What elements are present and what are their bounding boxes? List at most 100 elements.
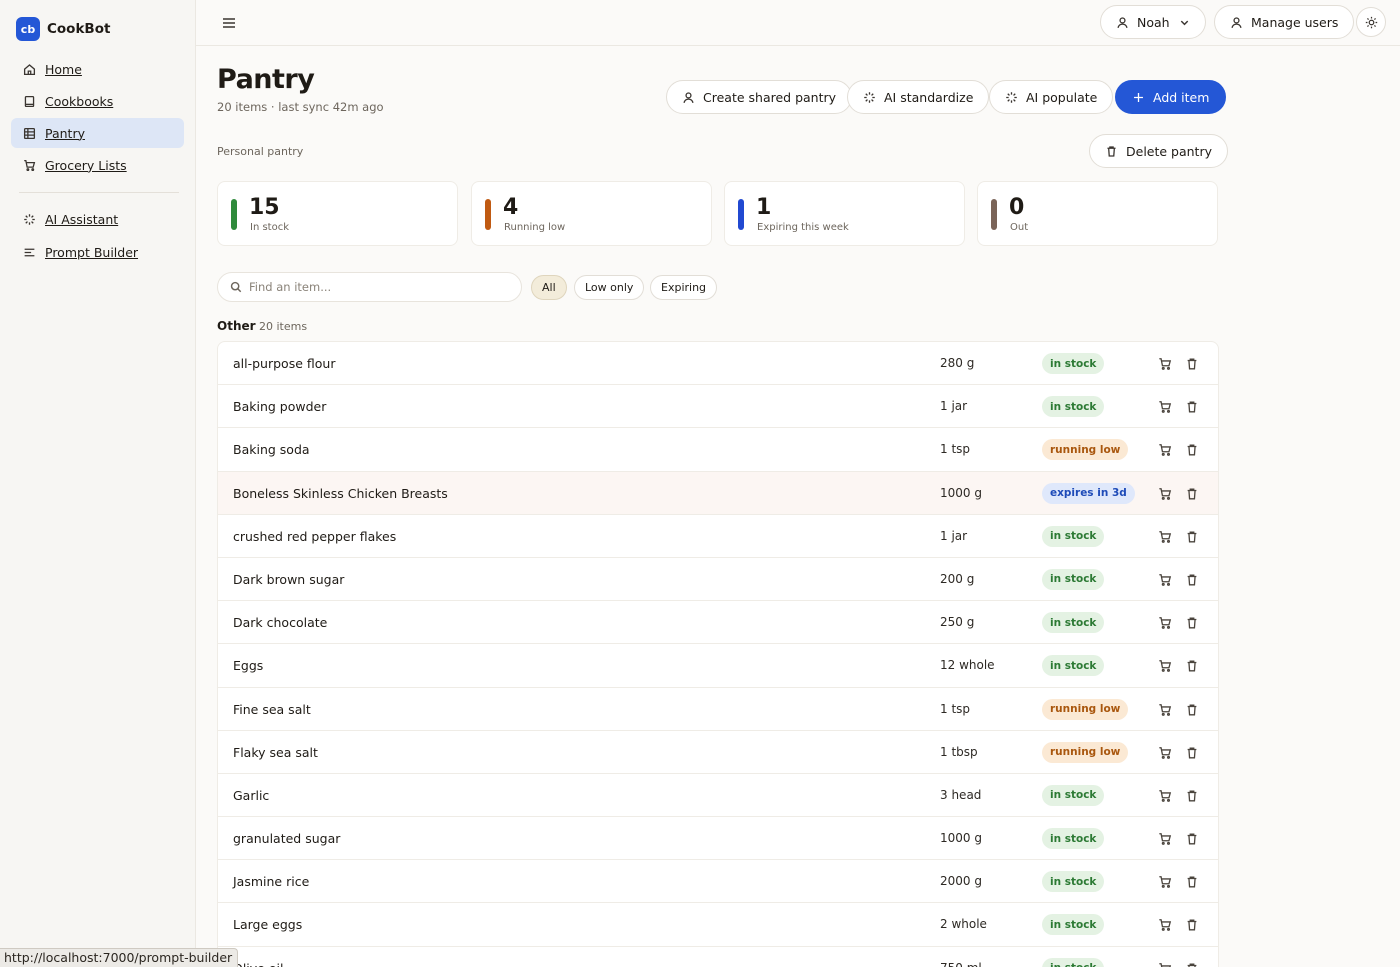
- sidebar-item-label: Grocery Lists: [45, 157, 127, 173]
- delete-item-trash-icon[interactable]: [1185, 615, 1199, 629]
- status-badge: in stock: [1042, 612, 1105, 634]
- brand[interactable]: cb CookBot: [16, 17, 110, 41]
- delete-item-trash-icon[interactable]: [1185, 788, 1199, 802]
- sidebar-item-cookbooks[interactable]: Cookbooks: [11, 86, 184, 116]
- manage-users-button[interactable]: Manage users: [1214, 5, 1355, 39]
- add-to-grocery-cart-icon[interactable]: [1158, 788, 1172, 802]
- sidebar-item-home[interactable]: Home: [11, 54, 184, 84]
- filter-low-only[interactable]: Low only: [574, 275, 645, 300]
- status-badge: in stock: [1042, 784, 1105, 806]
- app-name: CookBot: [47, 21, 111, 37]
- sidebar-item-label: Pantry: [45, 125, 85, 141]
- list-item[interactable]: crushed red pepper flakes 1 jar in stock: [218, 515, 1218, 558]
- menu-icon[interactable]: [222, 15, 236, 29]
- list-item[interactable]: Olive oil 750 ml in stock: [218, 947, 1218, 967]
- delete-pantry-button[interactable]: Delete pantry: [1089, 134, 1228, 168]
- add-to-grocery-cart-icon[interactable]: [1158, 702, 1172, 716]
- add-to-grocery-cart-icon[interactable]: [1158, 486, 1172, 500]
- add-to-grocery-cart-icon[interactable]: [1158, 615, 1172, 630]
- sidebar-item-grocery-lists[interactable]: Grocery Lists: [11, 150, 184, 180]
- add-to-grocery-cart-icon[interactable]: [1158, 917, 1172, 932]
- sidebar-item-label: AI Assistant: [45, 211, 119, 227]
- stat-value: 15: [249, 195, 280, 220]
- theme-toggle-button[interactable]: [1356, 7, 1386, 37]
- ai-populate-button[interactable]: AI populate: [989, 80, 1114, 114]
- search-box[interactable]: [217, 272, 522, 302]
- add-to-grocery-cart-icon[interactable]: [1158, 356, 1172, 370]
- ai-standardize-button[interactable]: AI standardize: [847, 80, 990, 114]
- list-item[interactable]: Eggs 12 whole in stock: [218, 644, 1218, 688]
- status-badge: in stock: [1042, 871, 1105, 893]
- list-item[interactable]: Baking powder 1 jar in stock: [218, 385, 1218, 429]
- filter-expiring[interactable]: Expiring: [650, 275, 718, 300]
- user-icon: [683, 91, 694, 103]
- search-input[interactable]: [249, 280, 499, 294]
- delete-item-trash-icon[interactable]: [1185, 874, 1199, 888]
- add-to-grocery-cart-icon[interactable]: [1158, 961, 1172, 967]
- sidebar-item-label: Cookbooks: [45, 93, 114, 109]
- stat-value: 4: [503, 195, 519, 220]
- sidebar-item-ai-assistant[interactable]: AI Assistant: [11, 204, 184, 234]
- delete-item-trash-icon[interactable]: [1185, 658, 1199, 672]
- add-to-grocery-cart-icon[interactable]: [1158, 442, 1172, 457]
- user-name: Noah: [1137, 14, 1170, 30]
- item-quantity: 200 g: [940, 571, 975, 586]
- sparkle-icon: [22, 212, 36, 226]
- status-badge: in stock: [1042, 525, 1105, 547]
- list-item[interactable]: Garlic 3 head in stock: [218, 774, 1218, 818]
- create-shared-pantry-label: Create shared pantry: [703, 89, 837, 105]
- delete-item-trash-icon[interactable]: [1185, 745, 1199, 759]
- sun-icon: [1365, 16, 1377, 28]
- list-item[interactable]: all-purpose flour 280 g in stock: [218, 342, 1218, 386]
- list-item[interactable]: granulated sugar 1000 g in stock: [218, 817, 1218, 861]
- grid-icon: [22, 126, 36, 140]
- item-name: Olive oil: [233, 961, 283, 967]
- add-item-button[interactable]: Add item: [1115, 80, 1227, 114]
- add-to-grocery-cart-icon[interactable]: [1158, 572, 1172, 586]
- stat-card-expiring: 1 Expiring this week: [724, 181, 965, 246]
- add-to-grocery-cart-icon[interactable]: [1158, 658, 1172, 673]
- list-item[interactable]: Fine sea salt 1 tsp running low: [218, 688, 1218, 731]
- page-subtitle: 20 items · last sync 42m ago: [217, 100, 384, 114]
- stat-card-running-low: 4 Running low: [471, 181, 712, 246]
- delete-item-trash-icon[interactable]: [1185, 399, 1199, 413]
- delete-item-trash-icon[interactable]: [1185, 529, 1199, 543]
- sidebar-item-pantry[interactable]: Pantry: [11, 118, 184, 148]
- delete-item-trash-icon[interactable]: [1185, 961, 1199, 967]
- list-item[interactable]: Dark brown sugar 200 g in stock: [218, 558, 1218, 602]
- sparkle-icon: [1006, 91, 1017, 103]
- add-to-grocery-cart-icon[interactable]: [1158, 874, 1172, 889]
- list-item[interactable]: Dark chocolate 250 g in stock: [218, 601, 1218, 645]
- user-icon: [1231, 16, 1242, 28]
- create-shared-pantry-button[interactable]: Create shared pantry: [666, 80, 853, 114]
- delete-item-trash-icon[interactable]: [1185, 486, 1199, 500]
- add-to-grocery-cart-icon[interactable]: [1158, 831, 1172, 845]
- plus-icon: [1134, 92, 1143, 102]
- app-logo: cb: [16, 17, 40, 41]
- list-item[interactable]: Boneless Skinless Chicken Breasts 1000 g e…: [218, 471, 1218, 515]
- list-item[interactable]: Baking soda 1 tsp running low: [218, 428, 1218, 472]
- sidebar-item-prompt-builder[interactable]: Prompt Builder: [11, 237, 184, 267]
- item-quantity: 750 ml: [940, 961, 982, 967]
- user-menu-button[interactable]: Noah: [1100, 5, 1206, 39]
- list-item[interactable]: Large eggs 2 whole in stock: [218, 903, 1218, 947]
- item-name: Flaky sea salt: [233, 744, 318, 760]
- list-item[interactable]: Jasmine rice 2000 g in stock: [218, 860, 1218, 904]
- delete-item-trash-icon[interactable]: [1185, 702, 1199, 716]
- delete-item-trash-icon[interactable]: [1185, 442, 1199, 456]
- group-title: Other: [217, 319, 256, 333]
- add-to-grocery-cart-icon[interactable]: [1158, 399, 1172, 414]
- add-to-grocery-cart-icon[interactable]: [1158, 745, 1172, 759]
- delete-item-trash-icon[interactable]: [1185, 917, 1199, 931]
- list-item[interactable]: Flaky sea salt 1 tbsp running low: [218, 731, 1218, 774]
- add-item-label: Add item: [1153, 89, 1210, 105]
- item-quantity: 1 tbsp: [940, 744, 978, 759]
- item-quantity: 1000 g: [940, 485, 982, 500]
- item-quantity: 12 whole: [940, 658, 995, 673]
- add-to-grocery-cart-icon[interactable]: [1158, 529, 1172, 543]
- delete-item-trash-icon[interactable]: [1185, 831, 1199, 845]
- filter-all[interactable]: All: [531, 275, 567, 300]
- delete-item-trash-icon[interactable]: [1185, 572, 1199, 586]
- delete-item-trash-icon[interactable]: [1185, 356, 1199, 370]
- status-badge: expires in 3d: [1042, 482, 1135, 504]
